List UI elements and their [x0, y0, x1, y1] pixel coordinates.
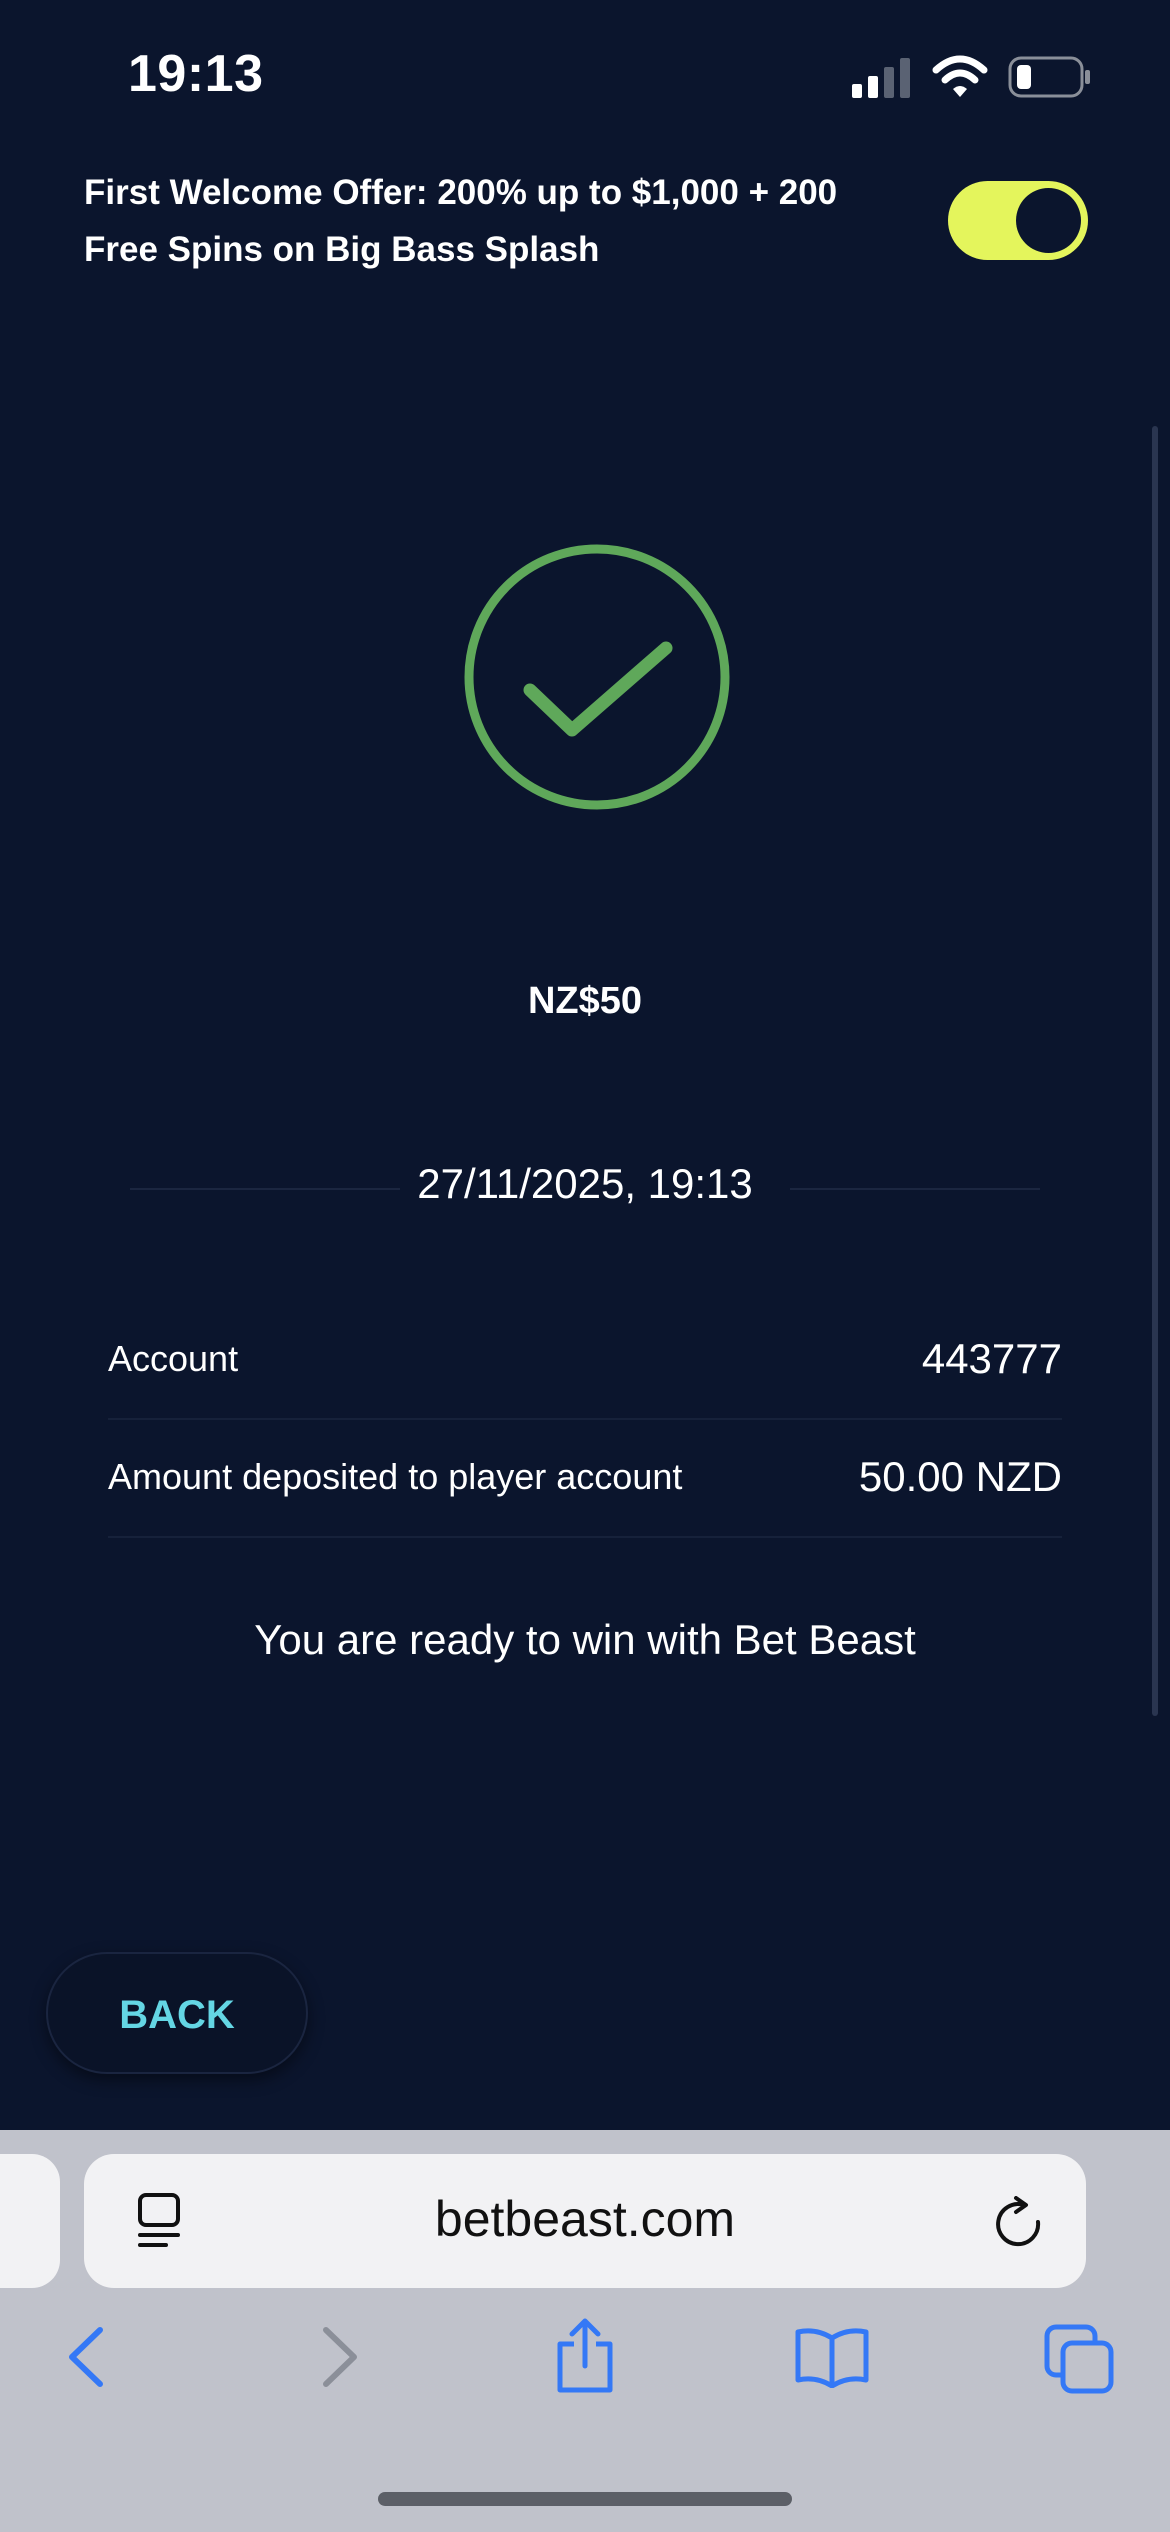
toggle-knob: [1016, 188, 1081, 253]
detail-label: Account: [108, 1338, 239, 1379]
detail-row-account: Account 443777: [108, 1300, 1062, 1420]
signal-icon: [852, 58, 910, 98]
detail-value: 50.00 NZD: [858, 1453, 1062, 1500]
detail-value: 443777: [921, 1335, 1062, 1382]
page-scrollbar[interactable]: [1152, 426, 1158, 1716]
home-indicator[interactable]: [378, 2492, 792, 2506]
detail-row-amount: Amount deposited to player account 50.00…: [108, 1418, 1062, 1538]
bookmarks-icon[interactable]: [794, 2326, 870, 2388]
deposit-amount: NZ$50: [527, 980, 643, 1022]
forward-icon[interactable]: [318, 2324, 362, 2390]
detail-label: Amount deposited to player account: [108, 1456, 683, 1497]
reload-icon[interactable]: [994, 2196, 1044, 2248]
wifi-icon: [932, 55, 988, 97]
transaction-datetime: 27/11/2025, 19:13: [417, 1160, 753, 1207]
ready-message: You are ready to win with Bet Beast: [254, 1616, 916, 1663]
tabs-icon[interactable]: [1044, 2324, 1114, 2394]
check-circle-icon: [464, 544, 730, 810]
previous-tab-preview[interactable]: [0, 2154, 60, 2288]
status-time: 19:13: [128, 45, 264, 103]
deposit-success-page: 19:13 First Welcome Offer: 200% up to $1…: [0, 0, 1170, 2532]
back-button[interactable]: BACK: [46, 1952, 308, 2074]
address-text[interactable]: betbeast.com: [84, 2190, 1086, 2248]
battery-icon: [1008, 56, 1090, 98]
welcome-offer-toggle[interactable]: [948, 181, 1088, 260]
share-icon[interactable]: [552, 2318, 618, 2394]
welcome-offer-text: First Welcome Offer: 200% up to $1,000 +…: [84, 173, 838, 269]
back-icon[interactable]: [64, 2324, 108, 2390]
